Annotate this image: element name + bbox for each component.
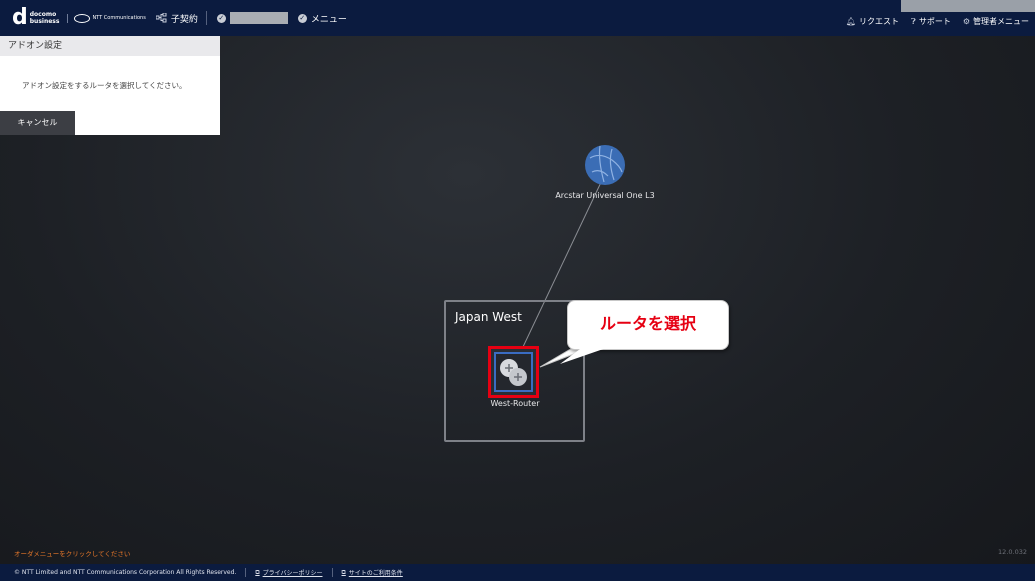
top-header: d docomo business NTT Communications 子契約… <box>0 0 1035 36</box>
admin-menu-link[interactable]: ⚙ 管理者メニュー <box>963 16 1029 27</box>
router-label[interactable]: West-Router <box>475 399 555 408</box>
router-node[interactable] <box>494 352 533 392</box>
version-text: 12.0.032 <box>998 548 1027 556</box>
hierarchy-icon <box>155 13 167 23</box>
logo-docomo-text: docomo <box>29 11 57 18</box>
panel-title: アドオン設定 <box>0 36 220 56</box>
child-contract-button[interactable]: 子契約 <box>155 12 198 25</box>
cloud-network-icon <box>585 145 625 185</box>
bell-icon: 🔔︎ <box>845 17 857 26</box>
logo-ntt-text: NTT Communications <box>92 15 146 21</box>
request-label: リクエスト <box>859 17 900 26</box>
callout-text: ルータを選択 <box>599 314 696 333</box>
check-circle-icon: ✓ <box>216 13 226 23</box>
copyright-text: © NTT Limited and NTT Communications Cor… <box>14 569 237 576</box>
support-link[interactable]: ❓︎ サポート <box>911 16 951 27</box>
question-icon: ❓︎ <box>911 16 916 26</box>
ntt-communications-logo: NTT Communications <box>67 13 146 23</box>
support-label: サポート <box>918 17 951 26</box>
footer-divider <box>331 568 333 577</box>
check-circle-icon: ✓ <box>297 13 307 23</box>
external-link-icon: ⧉ <box>255 568 260 576</box>
cloud-network-label[interactable]: Arcstar Universal One L3 <box>540 191 670 200</box>
gear-icon: ⚙ <box>962 17 970 26</box>
logo-business-text: business <box>29 18 60 25</box>
privacy-policy-label: プライバシーポリシー <box>262 570 323 577</box>
router-highlight-frame[interactable] <box>488 346 539 398</box>
router-icon <box>500 359 527 386</box>
ntt-oval-icon <box>74 13 91 23</box>
terms-label: サイトのご利用条件 <box>348 570 403 577</box>
request-link[interactable]: 🔔︎ リクエスト <box>846 16 899 27</box>
masked-user-area <box>901 0 1035 12</box>
privacy-policy-link[interactable]: ⧉ プライバシーポリシー <box>255 568 323 578</box>
masked-contract-name <box>229 12 288 24</box>
docomo-d-icon: d <box>12 5 28 30</box>
contract-selector[interactable]: ✓ <box>216 12 288 24</box>
page-footer: © NTT Limited and NTT Communications Cor… <box>0 564 1035 581</box>
panel-message: アドオン設定をするルータを選択してください。 <box>22 81 187 90</box>
terms-link[interactable]: ⧉ サイトのご利用条件 <box>341 568 403 578</box>
menu-button[interactable]: ✓ メニュー <box>297 12 347 25</box>
external-link-icon: ⧉ <box>341 568 346 576</box>
addon-settings-panel: アドオン設定 アドオン設定をするルータを選択してください。 キャンセル <box>0 36 220 135</box>
header-divider <box>205 11 207 25</box>
child-contract-label: 子契約 <box>170 14 198 25</box>
order-status-message: オーダメニューをクリックしてください <box>14 550 131 558</box>
docomo-business-logo[interactable]: d docomo business <box>12 7 59 29</box>
region-title: Japan West <box>455 310 522 324</box>
instruction-callout: ルータを選択 <box>567 300 729 350</box>
footer-divider <box>245 568 247 577</box>
cancel-button[interactable]: キャンセル <box>0 111 75 135</box>
menu-label: メニュー <box>310 14 347 25</box>
admin-menu-label: 管理者メニュー <box>973 17 1029 26</box>
